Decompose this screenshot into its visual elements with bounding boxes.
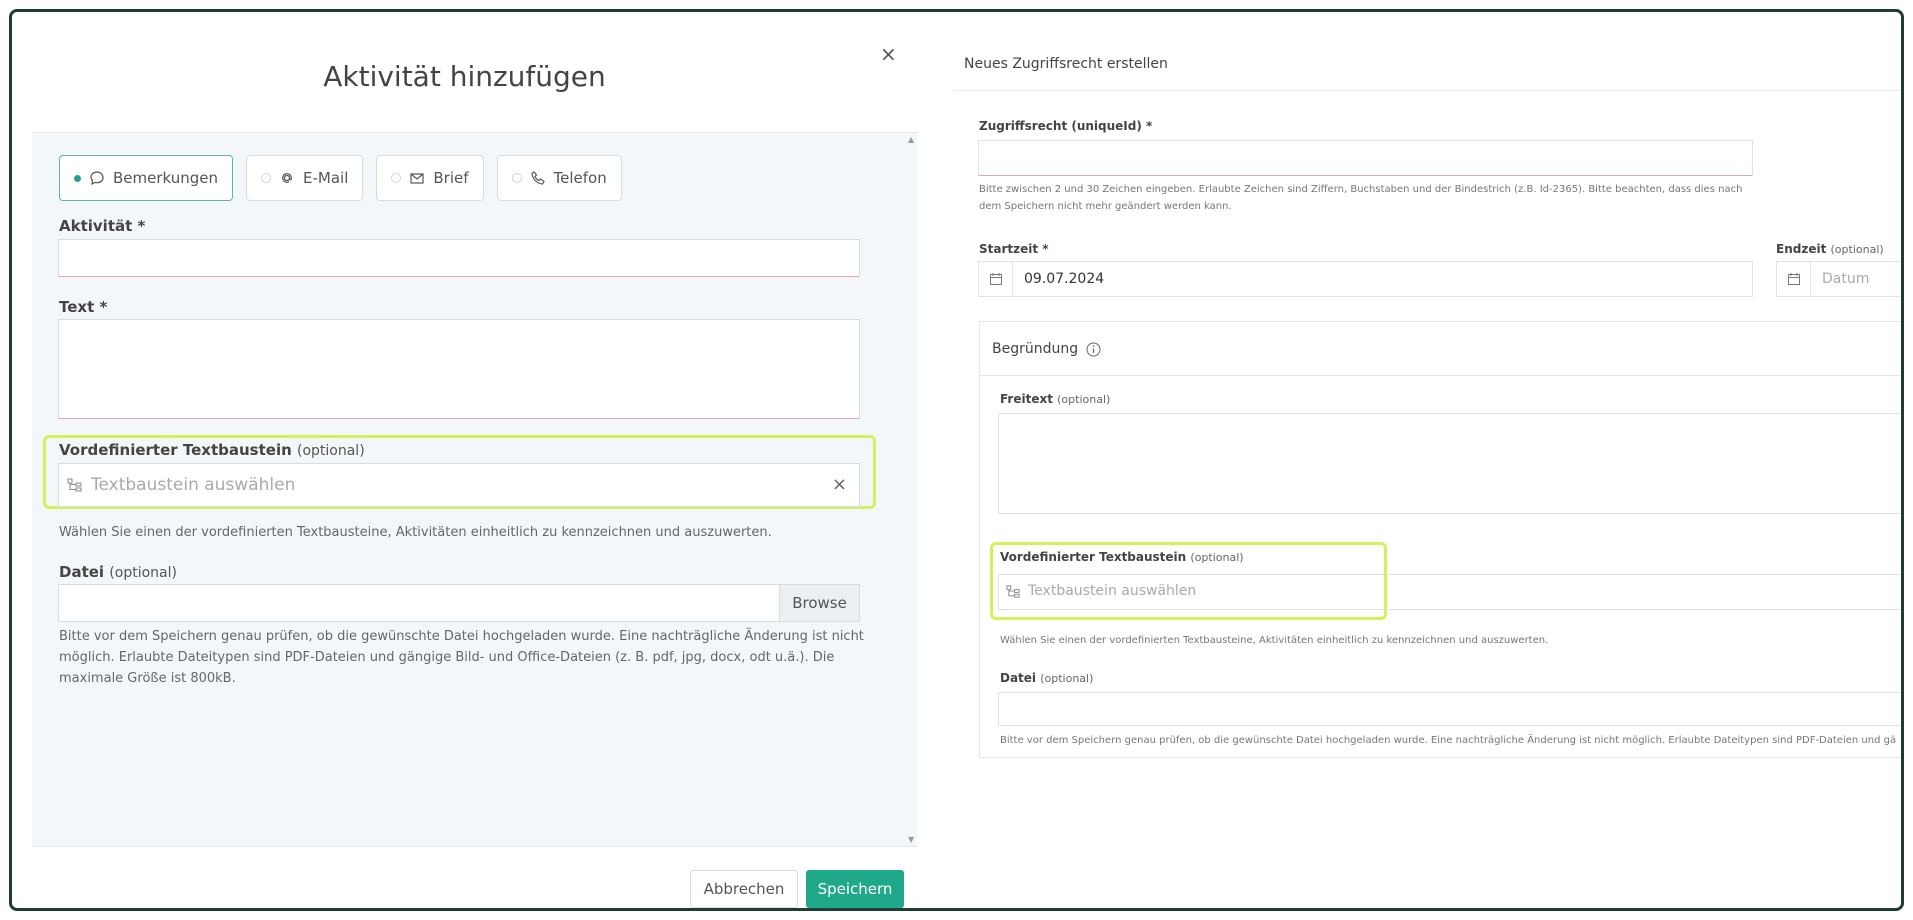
- optional-tag: (optional): [1040, 672, 1094, 685]
- endzeit-field[interactable]: Datum: [1776, 261, 1901, 297]
- add-activity-modal: Aktivität hinzufügen × Bemerkungen E-Mai…: [32, 12, 917, 908]
- field-divider: [1012, 262, 1013, 296]
- startzeit-value: 09.07.2024: [1024, 271, 1105, 287]
- scroll-down-icon[interactable]: ▼: [908, 835, 914, 844]
- at-icon: [282, 173, 292, 183]
- modal-header: Aktivität hinzufügen ×: [32, 12, 917, 132]
- text-label: Text *: [59, 298, 108, 316]
- tab-email[interactable]: E-Mail: [246, 155, 364, 201]
- datei-label-text: Datei: [59, 563, 105, 581]
- scroll-up-icon[interactable]: ▲: [908, 135, 914, 144]
- tree-icon: [1006, 585, 1020, 598]
- tab-label: Brief: [433, 169, 469, 187]
- tab-bemerkungen[interactable]: Bemerkungen: [59, 155, 234, 201]
- file-input[interactable]: Browse: [58, 584, 860, 622]
- card-header: Begründung: [980, 322, 1901, 376]
- text-textarea[interactable]: [58, 319, 860, 419]
- tab-telefon[interactable]: Telefon: [496, 155, 622, 201]
- datei-label: Datei (optional): [1000, 671, 1093, 685]
- begruendung-card: Begründung Freitext (optional) Vordefini…: [979, 321, 1901, 758]
- modal-title: Aktivität hinzufügen: [323, 60, 606, 93]
- create-access-panel: Neues Zugriffsrecht erstellen Zugriffsre…: [954, 12, 1901, 908]
- panel-title: Neues Zugriffsrecht erstellen: [964, 56, 1168, 72]
- textbaustein-placeholder: Textbaustein auswählen: [1028, 583, 1197, 599]
- modal-body: Bemerkungen E-Mail Brief Telefon Aktivit…: [32, 132, 917, 847]
- textbaustein-label-text: Vordefinierter Textbaustein: [59, 441, 292, 459]
- optional-tag: (optional): [297, 443, 365, 459]
- endzeit-label-text: Endzeit: [1776, 242, 1827, 256]
- tab-label: E-Mail: [303, 169, 349, 187]
- clear-icon[interactable]: ×: [832, 474, 847, 495]
- envelope-icon: [410, 173, 424, 184]
- optional-tag: (optional): [1057, 393, 1111, 406]
- textbaustein-label-text: Vordefinierter Textbaustein: [1000, 550, 1187, 564]
- save-button[interactable]: Speichern: [806, 870, 904, 908]
- radio: [261, 173, 272, 183]
- calendar-icon: [1788, 273, 1800, 285]
- divider: [954, 90, 1901, 91]
- calendar-icon: [990, 273, 1002, 285]
- file-input[interactable]: [998, 692, 1901, 726]
- freitext-textarea[interactable]: [998, 413, 1901, 514]
- datei-hint: Bitte vor dem Speichern genau prüfen, ob…: [59, 629, 864, 686]
- field-divider: [1810, 262, 1811, 296]
- info-icon[interactable]: [1086, 342, 1101, 357]
- zugriffsrecht-label: Zugriffsrecht (uniqueId) *: [979, 119, 1153, 133]
- datei-label-text: Datei: [1000, 671, 1037, 685]
- radio: [511, 173, 522, 183]
- textbaustein-label: Vordefinierter Textbaustein (optional): [59, 441, 365, 459]
- freitext-label: Freitext (optional): [1000, 392, 1110, 406]
- zugriffsrecht-input[interactable]: [978, 140, 1753, 176]
- scrollbar[interactable]: ▲ ▼: [907, 133, 917, 846]
- activity-type-tabs: Bemerkungen E-Mail Brief Telefon: [59, 155, 622, 201]
- phone-icon: [530, 171, 545, 185]
- textbaustein-placeholder: Textbaustein auswählen: [91, 475, 296, 495]
- window-frame: Aktivität hinzufügen × Bemerkungen E-Mai…: [9, 9, 1904, 911]
- begruendung-title: Begründung: [992, 341, 1079, 357]
- tab-brief[interactable]: Brief: [376, 155, 484, 201]
- optional-tag: (optional): [1190, 551, 1244, 564]
- textbaustein-hint: Wählen Sie einen der vordefinierten Text…: [59, 525, 772, 540]
- datei-label: Datei (optional): [59, 563, 177, 581]
- tab-label: Bemerkungen: [113, 169, 219, 187]
- optional-tag: (optional): [109, 565, 177, 581]
- tab-label: Telefon: [553, 169, 607, 187]
- aktivitaet-input[interactable]: [58, 239, 860, 277]
- zugriffsrecht-hint: Bitte zwischen 2 und 30 Zeichen eingeben…: [979, 184, 1743, 212]
- speech-bubble-icon: [90, 171, 104, 186]
- datei-hint: Bitte vor dem Speichern genau prüfen, ob…: [1000, 735, 1897, 746]
- radio-selected: [74, 174, 81, 182]
- endzeit-placeholder: Datum: [1822, 271, 1870, 287]
- freitext-label-text: Freitext: [1000, 392, 1053, 406]
- aktivitaet-label: Aktivität *: [59, 217, 146, 235]
- startzeit-label: Startzeit *: [979, 242, 1049, 256]
- endzeit-label: Endzeit (optional): [1776, 242, 1884, 256]
- browse-button[interactable]: Browse: [779, 585, 859, 621]
- close-icon[interactable]: ×: [880, 42, 897, 66]
- textbaustein-select[interactable]: Textbaustein auswählen ×: [58, 463, 860, 507]
- tree-icon: [67, 478, 82, 492]
- textbaustein-label: Vordefinierter Textbaustein (optional): [1000, 550, 1244, 564]
- cancel-button[interactable]: Abbrechen: [690, 870, 798, 908]
- textbaustein-hint: Wählen Sie einen der vordefinierten Text…: [1000, 635, 1549, 646]
- startzeit-field[interactable]: 09.07.2024: [978, 261, 1753, 297]
- radio: [391, 173, 402, 183]
- optional-tag: (optional): [1830, 243, 1884, 256]
